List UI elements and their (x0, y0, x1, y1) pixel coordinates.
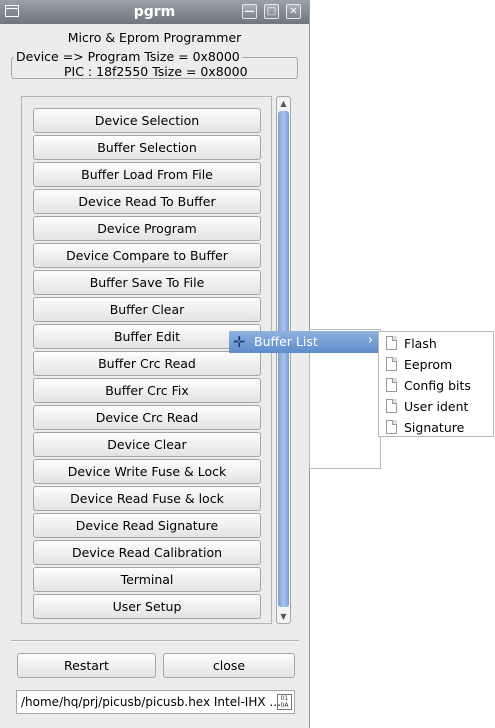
file-path-field[interactable]: /home/hq/prj/picusb/picusb.hex Intel-IHX… (16, 690, 295, 714)
close-button[interactable]: close (163, 653, 295, 678)
command-button[interactable]: Buffer Save To File (33, 270, 261, 295)
close-window-button[interactable]: ✕ (286, 4, 301, 19)
buffer-list-label: Buffer List (254, 334, 318, 349)
buffer-list-submenu: Flash Eeprom Config bits User ident Signatur… (378, 331, 494, 437)
command-button[interactable]: Buffer Edit (33, 324, 261, 349)
vertical-scrollbar[interactable]: ▲ ▼ (276, 96, 291, 624)
command-button[interactable]: Terminal (33, 567, 261, 592)
scroll-down-arrow-icon[interactable]: ▼ (277, 610, 290, 623)
submenu-item[interactable]: Signature (379, 417, 493, 438)
command-button[interactable]: Device Selection (33, 108, 261, 133)
document-icon (386, 357, 397, 371)
command-button[interactable]: Device Clear (33, 432, 261, 457)
scrollbar-thumb[interactable] (278, 111, 289, 607)
submenu-item[interactable]: Config bits (379, 375, 493, 396)
document-icon (386, 420, 397, 434)
title-bar[interactable]: pgrm — □ ✕ (0, 0, 309, 24)
restart-button[interactable]: Restart (17, 653, 156, 678)
submenu-item[interactable]: Eeprom (379, 354, 493, 375)
command-button[interactable]: Buffer Load From File (33, 162, 261, 187)
document-icon (386, 399, 397, 413)
main-window: pgrm — □ ✕ Micro & Eprom Programmer Devi… (0, 0, 310, 728)
submenu-item-label: Signature (404, 420, 465, 435)
device-info-label: PIC : 18f2550 Tsize = 0x8000 (64, 64, 248, 79)
submenu-item[interactable]: Flash (379, 333, 493, 354)
device-groupbox-title: Device => Program Tsize = 0x8000 (14, 49, 242, 64)
file-browse-icon[interactable]: 01 0A (277, 694, 292, 710)
window-title: pgrm (133, 4, 176, 20)
file-path-text: /home/hq/prj/picusb/picusb.hex Intel-IHX… (21, 695, 281, 709)
command-button[interactable]: Device Compare to Buffer (33, 243, 261, 268)
command-button[interactable]: Device Program (33, 216, 261, 241)
app-heading: Micro & Eprom Programmer (67, 30, 242, 45)
minimize-button[interactable]: — (242, 4, 257, 19)
maximize-button[interactable]: □ (264, 4, 279, 19)
command-button[interactable]: Buffer Selection (33, 135, 261, 160)
chevron-right-icon: › (367, 333, 373, 348)
document-icon (386, 378, 397, 392)
command-button[interactable]: Device Read To Buffer (33, 189, 261, 214)
submenu-item-label: User ident (404, 399, 469, 414)
move-cursor-icon: ✛ (233, 333, 246, 351)
document-icon (386, 336, 397, 350)
scroll-up-arrow-icon[interactable]: ▲ (277, 97, 290, 110)
submenu-item-label: Flash (404, 336, 437, 351)
buffer-list-menu-item[interactable]: ✛ Buffer List › (229, 331, 379, 353)
command-button[interactable]: Device Read Signature (33, 513, 261, 538)
command-button[interactable]: User Setup (33, 594, 261, 619)
bottom-separator (11, 640, 299, 642)
command-button[interactable]: Device Write Fuse & Lock (33, 459, 261, 484)
command-button[interactable]: Device Read Calibration (33, 540, 261, 565)
command-button[interactable]: Buffer Crc Fix (33, 378, 261, 403)
command-button[interactable]: Device Read Fuse & lock (33, 486, 261, 511)
submenu-item-label: Config bits (404, 378, 471, 393)
submenu-item-label: Eeprom (404, 357, 453, 372)
command-button[interactable]: Buffer Crc Read (33, 351, 261, 376)
command-button[interactable]: Device Crc Read (33, 405, 261, 430)
command-button[interactable]: Buffer Clear (33, 297, 261, 322)
submenu-item[interactable]: User ident (379, 396, 493, 417)
